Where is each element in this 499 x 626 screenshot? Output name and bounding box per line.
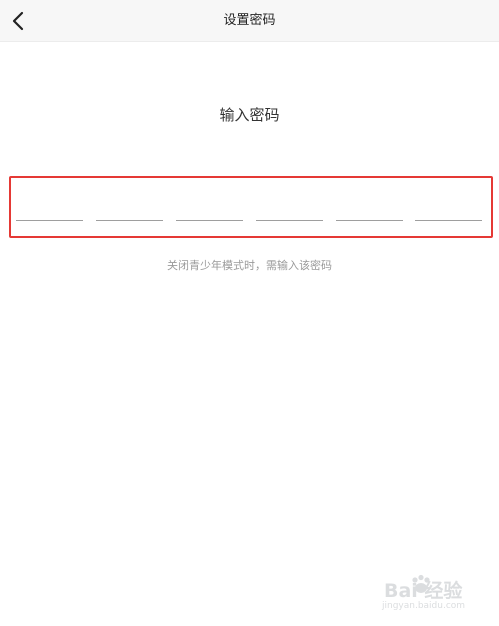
underline xyxy=(415,220,482,221)
watermark-url: jingyan.baidu.com xyxy=(382,601,466,611)
baidu-jingyan-watermark: Bai 经验 jingyan.baidu.com xyxy=(380,572,490,616)
password-digit-5[interactable] xyxy=(336,218,403,221)
navigation-bar: 设置密码 xyxy=(0,0,499,42)
paw-icon xyxy=(412,574,430,593)
underline xyxy=(16,220,83,221)
page-title: 设置密码 xyxy=(223,13,276,28)
underline xyxy=(256,220,323,221)
password-digit-4[interactable] xyxy=(256,218,323,221)
password-digit-1[interactable] xyxy=(16,218,83,221)
underline xyxy=(336,220,403,221)
password-digit-2[interactable] xyxy=(96,218,163,221)
password-hint: 关闭青少年模式时，需输入该密码 xyxy=(167,259,332,272)
underline xyxy=(176,220,243,221)
password-input-highlight xyxy=(9,176,493,238)
password-prompt: 输入密码 xyxy=(219,106,280,124)
underline xyxy=(96,220,163,221)
password-digit-3[interactable] xyxy=(176,218,243,221)
password-digit-6[interactable] xyxy=(415,218,482,221)
